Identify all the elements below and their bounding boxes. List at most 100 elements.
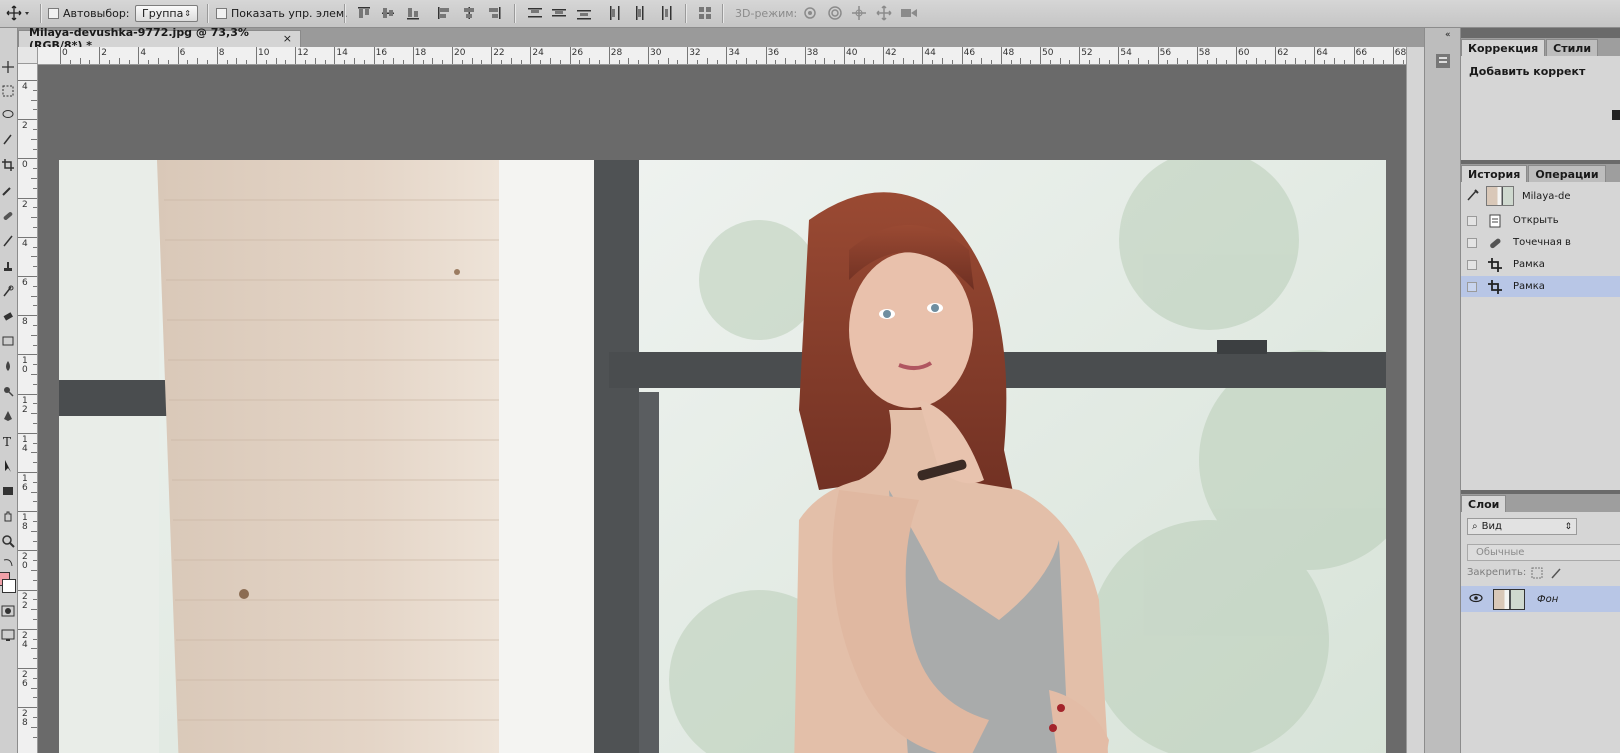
3d-slide-icon[interactable] bbox=[876, 5, 892, 21]
background-color-swatch[interactable] bbox=[2, 579, 16, 593]
ruler-tick bbox=[765, 47, 767, 64]
eye-visibility-icon[interactable] bbox=[1469, 593, 1483, 606]
history-item[interactable]: Точечная в bbox=[1461, 232, 1620, 253]
lasso-tool-icon[interactable] bbox=[1, 108, 15, 122]
ruler-minor-tick bbox=[677, 60, 679, 64]
tab-adjustments[interactable]: Коррекция bbox=[1461, 39, 1546, 56]
align-vertical-centers-icon[interactable] bbox=[380, 5, 396, 21]
quick-mask-icon[interactable] bbox=[1, 604, 15, 618]
ruler-tick bbox=[18, 589, 37, 591]
distribute-top-edges-icon[interactable] bbox=[527, 5, 543, 21]
clone-stamp-tool-icon[interactable] bbox=[1, 259, 15, 273]
show-transform-controls-checkbox[interactable] bbox=[216, 8, 227, 19]
tab-styles[interactable]: Стили bbox=[1546, 39, 1599, 56]
layer-row[interactable]: Фон bbox=[1461, 586, 1620, 612]
distribute-horizontal-centers-icon[interactable] bbox=[632, 5, 648, 21]
ruler-minor-tick bbox=[1383, 60, 1384, 64]
lock-transparent-pixels-icon[interactable] bbox=[1531, 567, 1543, 579]
show-transform-controls-label: Показать упр. элем. bbox=[231, 7, 348, 20]
gradient-tool-icon[interactable] bbox=[1, 334, 15, 348]
ruler-tick bbox=[1236, 47, 1237, 64]
tab-actions[interactable]: Операции bbox=[1528, 165, 1606, 182]
blur-tool-icon[interactable] bbox=[1, 359, 15, 373]
history-item-selected[interactable]: Рамка bbox=[1461, 276, 1620, 297]
align-horizontal-centers-icon[interactable] bbox=[461, 5, 477, 21]
ruler-minor-tick bbox=[33, 658, 37, 660]
move-tool-icon[interactable] bbox=[1, 60, 15, 74]
hand-tool-icon[interactable] bbox=[1, 509, 15, 523]
ruler-minor-tick bbox=[893, 60, 894, 64]
history-item-checkbox[interactable] bbox=[1467, 281, 1477, 292]
distribute-right-edges-icon[interactable] bbox=[657, 5, 673, 21]
rectangle-tool-icon[interactable] bbox=[1, 484, 15, 498]
history-item-checkbox[interactable] bbox=[1467, 215, 1477, 226]
3d-rotate-icon[interactable] bbox=[802, 5, 818, 21]
align-left-edges-icon[interactable] bbox=[436, 5, 452, 21]
history-item[interactable]: Рамка bbox=[1461, 254, 1620, 275]
tab-layers[interactable]: Слои bbox=[1461, 495, 1507, 512]
marquee-tool-icon[interactable] bbox=[1, 84, 15, 98]
ruler-label: 62 bbox=[1277, 48, 1289, 58]
ruler-minor-tick bbox=[31, 726, 37, 728]
distribute-bottom-edges-icon[interactable] bbox=[576, 5, 592, 21]
autoselect-dropdown[interactable]: Группа ⇕ bbox=[135, 5, 198, 22]
move-tool-preset-icon[interactable] bbox=[6, 5, 29, 21]
vertical-scrollbar[interactable] bbox=[1406, 47, 1424, 753]
pen-tool-icon[interactable] bbox=[1, 409, 15, 423]
ruler-label: 50 bbox=[1042, 48, 1054, 58]
align-top-edges-icon[interactable] bbox=[356, 5, 372, 21]
ruler-minor-tick bbox=[1285, 60, 1286, 64]
ruler-origin[interactable] bbox=[18, 47, 38, 64]
eraser-tool-icon[interactable] bbox=[1, 309, 15, 323]
ruler-label: 26 bbox=[571, 48, 584, 58]
autoselect-checkbox[interactable] bbox=[48, 8, 59, 19]
properties-panel-icon[interactable] bbox=[1434, 52, 1452, 70]
swap-colors-icon[interactable] bbox=[1, 556, 15, 570]
ruler-minor-tick bbox=[902, 58, 904, 64]
ruler-minor-tick bbox=[33, 129, 37, 130]
ruler-minor-tick bbox=[33, 619, 37, 620]
distribute-vertical-centers-icon[interactable] bbox=[551, 5, 567, 21]
horizontal-ruler[interactable]: 0 2 4 6 8 10 12 14 16 18 20 22 24 26 28 30 32 34 36 38 40 42 4… bbox=[38, 47, 1406, 65]
history-item-checkbox[interactable] bbox=[1467, 237, 1477, 248]
type-tool-icon[interactable]: T bbox=[1, 434, 15, 449]
tab-history[interactable]: История bbox=[1461, 165, 1528, 182]
screen-mode-icon[interactable] bbox=[1, 628, 15, 642]
3d-roll-icon[interactable] bbox=[827, 5, 843, 21]
ruler-minor-tick bbox=[33, 89, 37, 91]
canvas-area[interactable] bbox=[38, 65, 1406, 753]
crop-tool-icon[interactable] bbox=[1, 158, 15, 172]
align-right-edges-icon[interactable] bbox=[486, 5, 502, 21]
updown-arrows-icon: ⇕ bbox=[184, 9, 191, 18]
align-bottom-edges-icon[interactable] bbox=[405, 5, 421, 21]
document-image[interactable] bbox=[59, 160, 1386, 753]
vertical-ruler[interactable]: 420246810121416182022242628 bbox=[18, 64, 38, 753]
ruler-minor-tick bbox=[736, 60, 738, 64]
lock-image-pixels-icon[interactable] bbox=[1550, 567, 1562, 579]
dodge-tool-icon[interactable] bbox=[1, 384, 15, 398]
history-item[interactable]: Открыть bbox=[1461, 210, 1620, 231]
3d-scale-camera-icon[interactable] bbox=[900, 5, 917, 21]
distribute-left-edges-icon[interactable] bbox=[607, 5, 623, 21]
blend-mode-dropdown[interactable]: Обычные bbox=[1467, 544, 1620, 561]
history-item-checkbox[interactable] bbox=[1467, 259, 1477, 270]
healing-brush-tool-icon[interactable] bbox=[1, 209, 15, 223]
quick-selection-tool-icon[interactable] bbox=[1, 132, 15, 146]
3d-pan-icon[interactable] bbox=[851, 5, 867, 21]
auto-align-layers-icon[interactable] bbox=[697, 5, 713, 21]
eyedropper-tool-icon[interactable] bbox=[1, 183, 15, 197]
zoom-tool-icon[interactable] bbox=[1, 534, 15, 548]
collapse-panels-icon[interactable]: « bbox=[1445, 30, 1451, 40]
ruler-minor-tick bbox=[951, 60, 953, 64]
path-selection-tool-icon[interactable] bbox=[1, 459, 15, 473]
ruler-minor-tick bbox=[795, 60, 796, 64]
history-brush-tool-icon[interactable] bbox=[1, 284, 15, 298]
adjustment-icon[interactable] bbox=[1612, 110, 1620, 120]
history-snapshot[interactable]: Milaya-de bbox=[1461, 183, 1620, 209]
adjustments-heading: Добавить коррект bbox=[1469, 65, 1586, 78]
brush-tool-icon[interactable] bbox=[1, 234, 15, 248]
close-tab-icon[interactable]: × bbox=[283, 32, 292, 45]
layer-filter-dropdown[interactable]: ⌕ Вид ⇕ bbox=[1467, 518, 1577, 535]
ruler-tick bbox=[18, 158, 37, 160]
document-tab[interactable]: Milaya-devushka-9772.jpg @ 73,3% (RGB/8*… bbox=[18, 26, 301, 52]
